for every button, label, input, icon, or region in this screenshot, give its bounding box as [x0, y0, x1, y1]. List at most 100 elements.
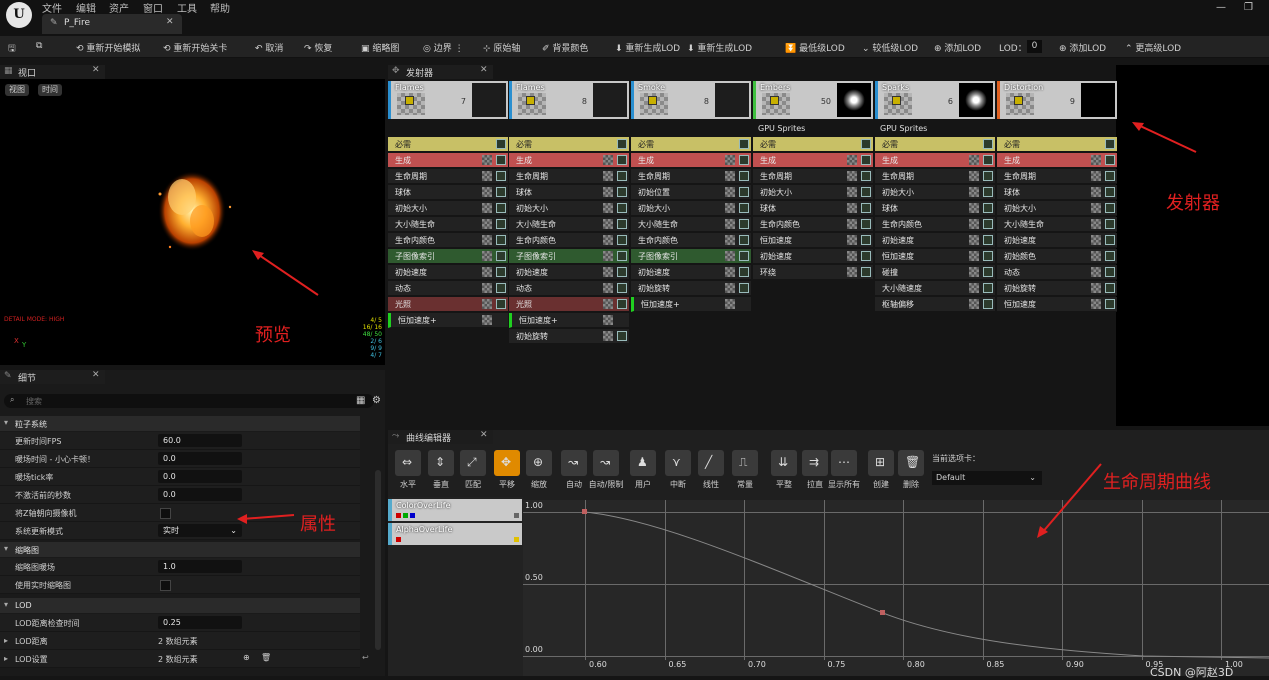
curve-toggle-icon[interactable] — [617, 283, 627, 293]
curve-toggle-icon[interactable] — [983, 139, 993, 149]
curve-toggle-icon[interactable] — [496, 187, 506, 197]
curve-editor-tab[interactable]: ⤳ 曲线编辑器 ✕ — [388, 430, 493, 444]
module-row[interactable]: 生命周期 — [753, 169, 873, 184]
3d-draw-icon[interactable] — [482, 283, 492, 293]
module-row[interactable]: 动态 — [388, 281, 508, 296]
3d-draw-icon[interactable] — [725, 219, 735, 229]
curve-toggle-icon[interactable] — [983, 155, 993, 165]
3d-draw-icon[interactable] — [482, 155, 492, 165]
menu-asset[interactable]: 资产 — [109, 0, 129, 15]
add-lod-button-2[interactable]: ⊕ 添加LOD — [1059, 41, 1106, 54]
module-row[interactable]: 大小随速度 — [875, 281, 995, 296]
module-row[interactable]: 初始旋转 — [997, 281, 1117, 296]
curve-toggle-icon[interactable] — [739, 139, 749, 149]
module-row[interactable]: 生命内颜色 — [875, 217, 995, 232]
enable-toggle-icon[interactable] — [648, 96, 657, 105]
module-row[interactable]: 大小随生命 — [388, 217, 508, 232]
3d-draw-icon[interactable] — [725, 187, 735, 197]
3d-draw-icon[interactable] — [603, 203, 613, 213]
menu-window[interactable]: 窗口 — [143, 0, 163, 15]
module-row[interactable]: 球体 — [509, 185, 629, 200]
curve-tool-button[interactable]: ↝ — [593, 450, 619, 476]
3d-draw-icon[interactable] — [847, 155, 857, 165]
curve-toggle-icon[interactable] — [983, 283, 993, 293]
module-row[interactable]: 必需 — [509, 137, 629, 152]
curve-toggle-icon[interactable] — [1105, 139, 1115, 149]
curve-toggle-icon[interactable] — [739, 267, 749, 277]
close-icon[interactable]: ✕ — [480, 65, 488, 75]
module-row[interactable]: 初始旋转 — [631, 281, 751, 296]
save-icon[interactable]: 🖫 — [8, 41, 16, 57]
curve-toggle-icon[interactable] — [617, 187, 627, 197]
module-row[interactable]: 生命周期 — [997, 169, 1117, 184]
alpha-channel-icon[interactable] — [396, 537, 401, 542]
curve-toggle-icon[interactable] — [861, 203, 871, 213]
3d-draw-icon[interactable] — [1091, 283, 1101, 293]
curve-toggle-icon[interactable] — [861, 155, 871, 165]
green-channel-icon[interactable] — [403, 513, 408, 518]
curve-toggle-icon[interactable] — [617, 171, 627, 181]
3d-draw-icon[interactable] — [969, 203, 979, 213]
asset-tab[interactable]: ✎ P_Fire ✕ — [42, 14, 182, 34]
viewport[interactable]: 视图 时间 DETAIL MODE: HIGH X Y 4/ 5 16/ 16 … — [0, 79, 385, 365]
details-tab[interactable]: ✎ 细节 ✕ — [0, 370, 105, 384]
curve-toggle-icon[interactable] — [739, 251, 749, 261]
3d-draw-icon[interactable] — [725, 267, 735, 277]
module-row[interactable]: 初始速度 — [631, 265, 751, 280]
curve-tool-button[interactable]: 🗑 — [898, 450, 924, 476]
curve-toggle-icon[interactable] — [861, 235, 871, 245]
restore-icon[interactable]: ❐ — [1244, 2, 1253, 13]
menu-file[interactable]: 文件 — [42, 0, 62, 15]
enable-toggle-icon[interactable] — [892, 96, 901, 105]
curve-tool-button[interactable]: ⇊ — [771, 450, 797, 476]
3d-draw-icon[interactable] — [482, 251, 492, 261]
3d-draw-icon[interactable] — [969, 171, 979, 181]
emitter-header[interactable]: Flames 8 — [509, 81, 629, 119]
3d-draw-icon[interactable] — [969, 283, 979, 293]
lod-check-field[interactable]: 0.25 — [158, 616, 242, 629]
module-row[interactable]: 生命内颜色 — [388, 233, 508, 248]
curve-toggle-icon[interactable] — [1105, 171, 1115, 181]
close-icon[interactable]: ✕ — [92, 65, 100, 75]
module-row[interactable]: 生命内颜色 — [753, 217, 873, 232]
emitter-header[interactable]: Embers 50 — [753, 81, 873, 119]
curve-tool-button[interactable]: ⇔ — [395, 450, 421, 476]
3d-draw-icon[interactable] — [482, 299, 492, 309]
3d-draw-icon[interactable] — [1091, 203, 1101, 213]
3d-draw-icon[interactable] — [482, 235, 492, 245]
3d-draw-icon[interactable] — [482, 267, 492, 277]
curve-toggle-icon[interactable] — [1105, 219, 1115, 229]
module-row[interactable]: 生命周期 — [388, 169, 508, 184]
3d-draw-icon[interactable] — [969, 251, 979, 261]
3d-draw-icon[interactable] — [847, 203, 857, 213]
module-row[interactable]: 环绕 — [753, 265, 873, 280]
3d-draw-icon[interactable] — [1091, 251, 1101, 261]
curve-tool-button[interactable]: ↝ — [561, 450, 587, 476]
orient-checkbox[interactable] — [160, 508, 171, 519]
3d-draw-icon[interactable] — [847, 171, 857, 181]
tick-rate-field[interactable]: 0.0 — [158, 470, 242, 483]
browse-icon[interactable]: ⧉ — [36, 41, 42, 51]
curve-tool-button[interactable]: ✥ — [494, 450, 520, 476]
module-row[interactable]: 动态 — [509, 281, 629, 296]
module-row[interactable]: 碰撞 — [875, 265, 995, 280]
thumb-warmup-field[interactable]: 1.0 — [158, 560, 242, 573]
module-row[interactable]: 初始颜色 — [997, 249, 1117, 264]
close-icon[interactable]: ✕ — [166, 17, 174, 27]
3d-draw-icon[interactable] — [1091, 187, 1101, 197]
viewport-tab[interactable]: ▦ 视口 ✕ — [0, 65, 105, 79]
module-row[interactable]: 初始速度 — [509, 265, 629, 280]
curve-tool-button[interactable]: ⋯ — [831, 450, 857, 476]
curve-toggle-icon[interactable] — [983, 235, 993, 245]
module-row[interactable]: 动态 — [997, 265, 1117, 280]
minimize-icon[interactable]: — — [1216, 2, 1226, 13]
module-row[interactable]: 球体 — [875, 201, 995, 216]
undo-button[interactable]: ↶ 取消 — [255, 41, 283, 54]
search-input[interactable]: ⌕ 搜索 — [4, 394, 374, 408]
3d-draw-icon[interactable] — [1091, 299, 1101, 309]
3d-draw-icon[interactable] — [603, 155, 613, 165]
enable-toggle-icon[interactable] — [526, 96, 535, 105]
curve-toggle-icon[interactable] — [617, 251, 627, 261]
3d-draw-icon[interactable] — [482, 187, 492, 197]
property-row[interactable]: ▸ LOD距离 2 数组元素 — [0, 632, 360, 650]
